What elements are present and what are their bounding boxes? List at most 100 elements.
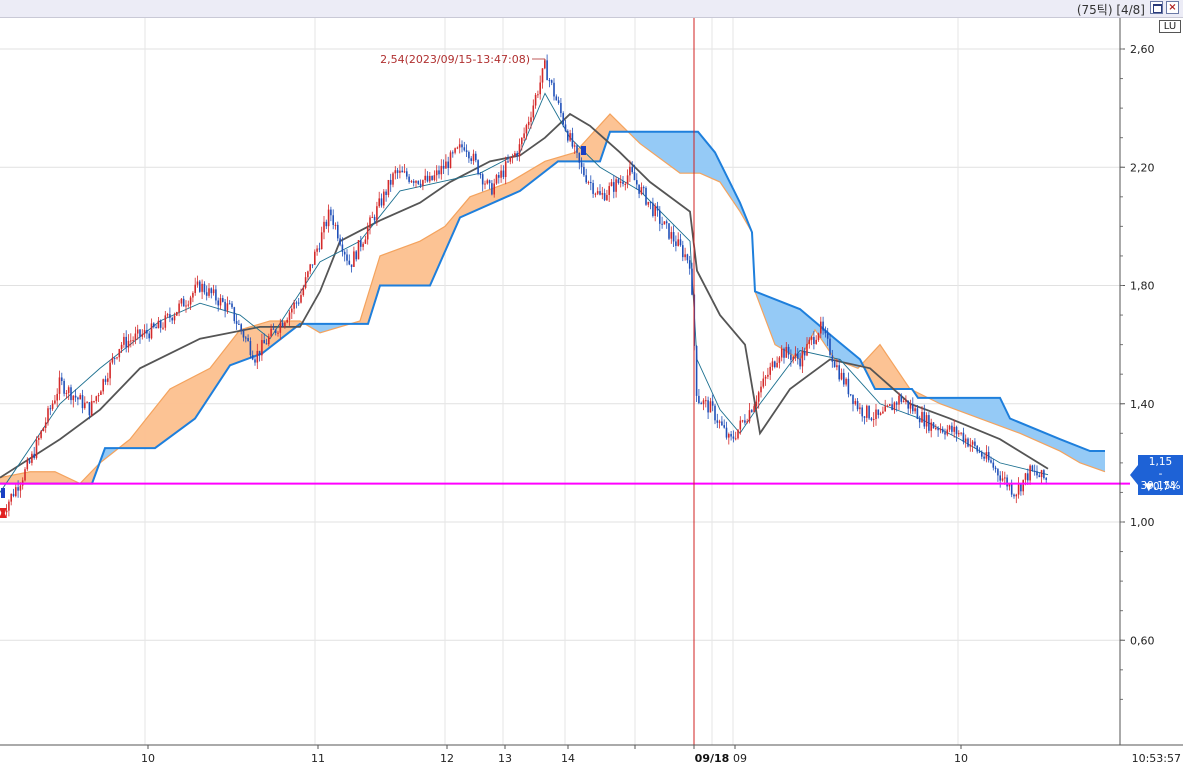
candle-up [132, 340, 134, 342]
candle-down [251, 355, 254, 360]
candle-down [346, 254, 348, 261]
candle-up [596, 191, 599, 194]
candle-down [247, 338, 249, 342]
candle-down [49, 408, 52, 410]
candle-down [235, 321, 238, 324]
candle-down [343, 251, 346, 255]
candle-up [472, 153, 475, 161]
candle-up [90, 401, 93, 416]
candle-up [440, 165, 443, 175]
candle-up [435, 170, 438, 176]
candle-up [778, 357, 781, 363]
candle-down [571, 133, 574, 147]
candle-down [417, 180, 420, 184]
candle-down [355, 251, 357, 260]
candle-up [284, 322, 286, 327]
candle-up [178, 303, 180, 313]
candle-up [376, 206, 378, 221]
candle-down [406, 171, 408, 177]
high-annotation-label: 2,54(2023/09/15-13:47:08) [380, 53, 530, 66]
candle-down [822, 321, 824, 331]
candle-up [905, 400, 907, 402]
candle-down [725, 427, 728, 438]
candle-down [297, 302, 300, 304]
candle-down [1045, 478, 1047, 480]
candle-down [999, 475, 1001, 481]
candle-down [675, 241, 677, 246]
candle-up [323, 221, 325, 233]
candle-up [403, 171, 406, 173]
candle-up [776, 362, 778, 368]
candle-down [955, 426, 958, 435]
candle-up [111, 357, 114, 363]
candle-up [316, 248, 318, 252]
candle-up [594, 193, 597, 195]
candle-up [534, 94, 537, 106]
candle-up [449, 152, 452, 169]
candle-down [700, 403, 702, 405]
candle-down [1027, 473, 1029, 481]
candle-up [677, 239, 679, 246]
candle-up [509, 157, 512, 162]
candle-down [744, 420, 746, 423]
candle-down [861, 407, 863, 417]
candle-down [238, 323, 240, 325]
candle-up [794, 353, 797, 357]
candle-down [645, 187, 647, 205]
candle-down [203, 283, 206, 293]
candle-up [500, 170, 502, 178]
candle-up [486, 180, 489, 184]
candle-up [445, 161, 447, 169]
candle-up [19, 485, 22, 491]
candle-down [981, 452, 983, 457]
candle-up [456, 147, 459, 149]
candle-down [70, 387, 72, 401]
candle-down [113, 357, 116, 359]
x-tick-label: 09/18 [695, 752, 730, 763]
candle-down [281, 322, 284, 327]
candle-down [81, 395, 84, 409]
candle-up [569, 133, 571, 141]
candle-down [868, 405, 870, 419]
candle-up [201, 283, 203, 292]
y-tick-label: 0,60 [1130, 634, 1155, 647]
candle-down [481, 174, 484, 185]
candle-down [642, 187, 645, 189]
candle-up [493, 183, 495, 195]
candle-up [429, 175, 431, 182]
candle-down [992, 462, 995, 468]
candle-down [863, 416, 866, 418]
candle-down [339, 238, 341, 245]
candle-down [77, 397, 79, 400]
candle-down [146, 330, 148, 334]
candle-down [502, 170, 505, 178]
candle-up [815, 339, 817, 344]
candle-up [189, 297, 192, 305]
candle-up [123, 336, 125, 345]
candle-up [753, 406, 755, 412]
candle-up [8, 501, 10, 511]
candle-down [974, 441, 976, 446]
candle-down [215, 289, 217, 301]
candle-up [309, 264, 311, 272]
candle-up [394, 170, 397, 174]
candle-up [458, 144, 461, 148]
candle-down [659, 210, 661, 224]
candle-up [143, 330, 146, 334]
candle-down [688, 260, 691, 269]
candle-up [728, 433, 730, 438]
candle-down [803, 351, 806, 356]
candle-down [679, 239, 682, 246]
candle-up [433, 175, 436, 180]
candle-down [578, 152, 581, 163]
chart-canvas[interactable]: 2,54(2023/09/15-13:47:08) 2,60 2,20 1,80 1,… [0, 0, 1183, 763]
candle-up [518, 144, 521, 157]
candle-down [668, 223, 670, 239]
candle-up [118, 349, 121, 358]
y-tick-label: 2,20 [1130, 161, 1155, 174]
candle-up [84, 402, 86, 409]
candle-up [762, 378, 765, 387]
candle-up [47, 408, 49, 423]
candle-up [606, 194, 608, 201]
candle-up [902, 401, 905, 403]
